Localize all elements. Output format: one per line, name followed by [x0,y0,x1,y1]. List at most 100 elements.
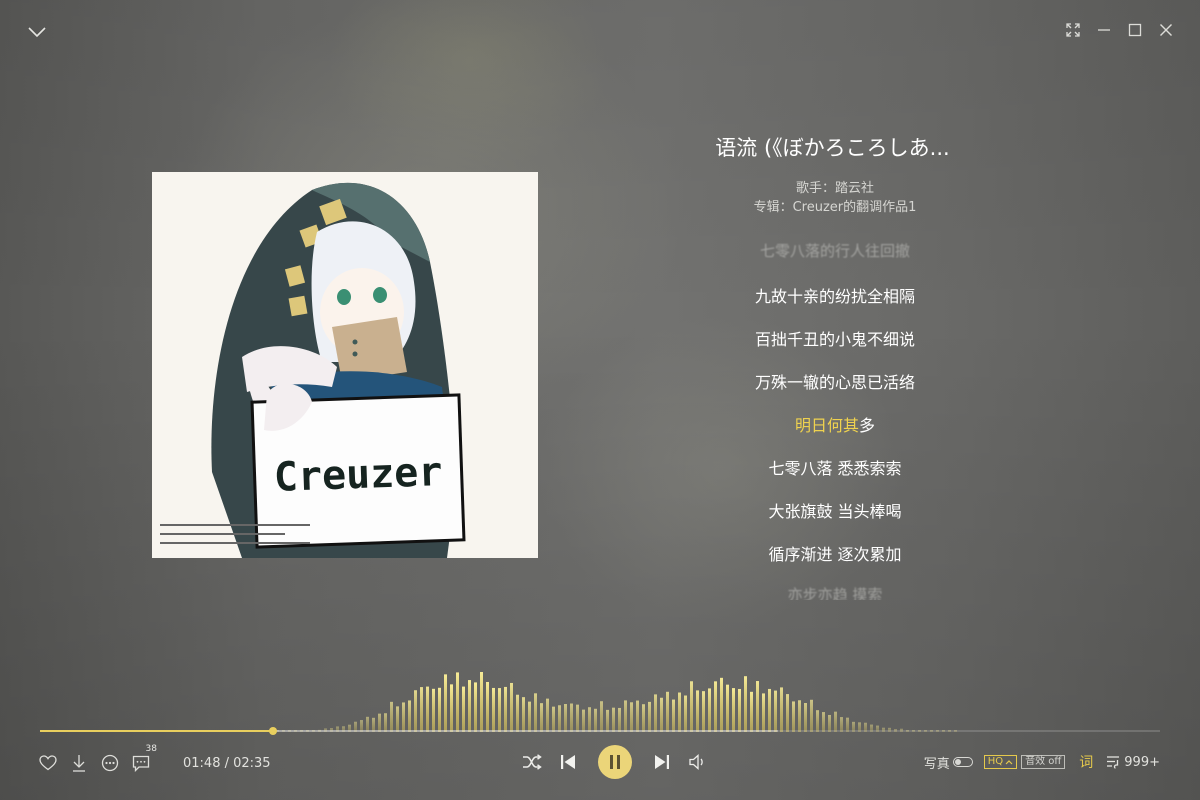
next-button[interactable] [652,752,672,772]
more-button[interactable] [100,753,120,773]
lyric-sung-part: 明日何其 [794,416,859,435]
artist-line[interactable]: 歌手：踏云社 [690,179,980,198]
spectrum-bar [744,676,747,732]
spectrum-bar [732,688,735,732]
spectrum-bar [648,701,651,732]
fullscreen-icon [1066,23,1080,37]
spectrum-bar [444,674,447,732]
progress-bar[interactable] [40,727,1160,735]
audio-spectrum [240,672,957,732]
album-line[interactable]: 专辑：Creuzer的翻调作品1 [690,198,980,217]
sign-text: Creuzer [273,449,443,501]
spectrum-bar [468,680,471,732]
lyric-line: 循序渐进 逐次累加 [768,545,902,564]
window-controls [1065,22,1174,38]
spectrum-bar [750,691,753,732]
spectrum-bar [588,707,591,732]
spectrum-bar [462,686,465,732]
spectrum-bar [774,690,777,732]
fullscreen-button[interactable] [1065,22,1081,38]
spectrum-bar [432,688,435,732]
spectrum-bar [582,709,585,732]
album-cover: Creuzer [152,172,538,558]
maximize-icon [1128,23,1142,37]
chevron-down-icon [28,27,46,38]
lyric-line-current: 明日何其多 [690,412,980,436]
spectrum-bar [414,690,417,732]
chevron-up-icon [1005,760,1013,765]
spectrum-bar [492,687,495,732]
more-icon [101,754,119,772]
lyric-line: 九故十亲的纷扰全相隔 [754,287,915,306]
playback-controls [514,745,716,779]
spectrum-bar [786,694,789,732]
lyric-line: 大张旗鼓 当头棒喝 [768,502,902,521]
playlist-button[interactable]: 999+ [1106,755,1160,770]
time-display: 01:48 / 02:35 [183,755,271,771]
minimize-icon [1098,29,1110,31]
spectrum-bar [420,687,423,732]
spectrum-bar [396,706,399,732]
collapse-player-button[interactable] [24,20,50,44]
spectrum-bar [546,698,549,732]
comment-count-badge: 38 [145,744,157,754]
spectrum-bar [672,699,675,732]
previous-icon [561,755,575,769]
quality-button[interactable]: HQ [983,755,1018,769]
spectrum-bar [660,697,663,732]
progress-knob[interactable] [268,727,277,735]
spectrum-bar [666,691,669,732]
download-button[interactable] [69,753,89,773]
spectrum-bar [576,704,579,732]
previous-button[interactable] [558,752,578,772]
spectrum-bar [480,672,483,732]
spectrum-bar [570,703,573,732]
cover-credit-line-3 [160,542,310,548]
spectrum-bar [834,711,837,732]
spectrum-bar [780,687,783,732]
quality-label: HQ [987,756,1004,767]
cover-credit-line-2 [160,533,285,539]
spectrum-bar [714,681,717,732]
spectrum-bar [816,710,819,732]
spectrum-bar [696,690,699,732]
progress-played [40,730,273,732]
comment-icon [132,755,150,772]
next-icon [655,755,669,769]
playlist-icon [1107,756,1120,769]
like-button[interactable] [38,753,58,773]
download-icon [73,755,85,772]
spectrum-bar [726,684,729,732]
spectrum-bar [810,699,813,732]
spectrum-bar [690,681,693,732]
bottom-left-controls: 38 01:48 / 02:35 [38,744,271,776]
maximize-button[interactable] [1127,22,1143,38]
spectrum-bar [624,700,627,732]
portrait-mode-toggle[interactable] [952,757,973,767]
spectrum-bar [612,707,615,732]
spectrum-bar [606,709,609,732]
volume-button[interactable] [688,752,708,772]
spectrum-bar [504,686,507,732]
shuffle-icon [523,754,542,770]
lyrics-toggle-button[interactable]: 词 [1079,752,1093,772]
spectrum-bar [552,706,555,732]
spectrum-bar [450,684,453,732]
volume-icon [689,754,703,770]
close-button[interactable] [1158,22,1174,38]
song-meta: 歌手：踏云社 专辑：Creuzer的翻调作品1 [690,179,980,217]
shuffle-button[interactable] [522,752,542,772]
sound-effect-button[interactable]: 音效 off [1021,755,1066,769]
spectrum-bar [528,701,531,732]
pause-button[interactable] [598,745,632,779]
spectrum-bar [762,693,765,732]
comment-button[interactable]: 38 [131,744,157,773]
minimize-button[interactable] [1096,22,1112,38]
portrait-mode-label: 写真 [923,756,950,772]
cover-credit-line-1 [160,524,310,530]
spectrum-bar [708,688,711,732]
spectrum-bar [618,707,621,732]
close-icon [1160,24,1172,36]
lyric-line-previous: 七零八落的行人往回撤 [759,242,910,260]
spectrum-bar [456,672,459,732]
